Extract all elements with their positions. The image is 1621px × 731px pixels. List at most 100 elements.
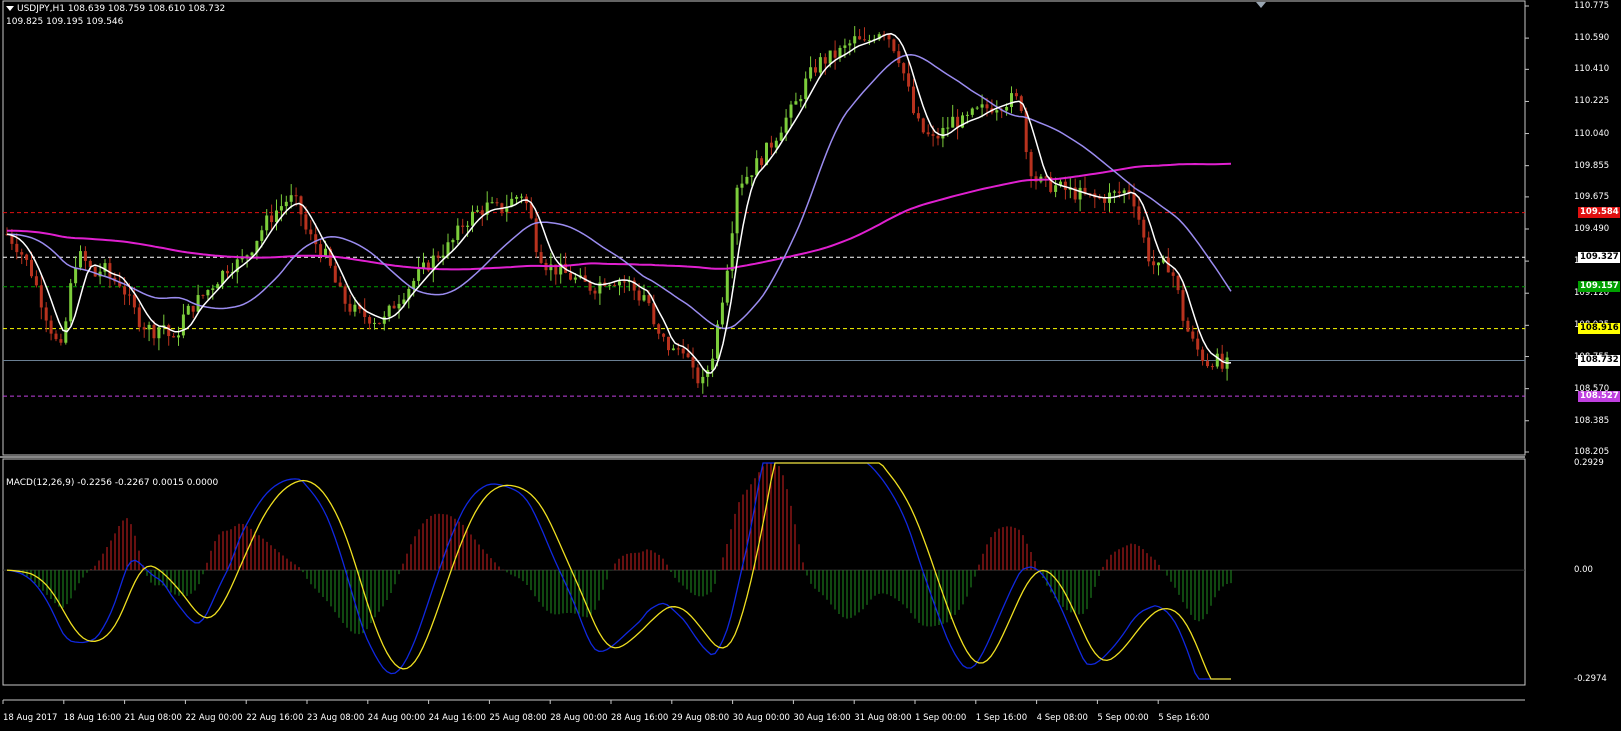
time-tick-label: 21 Aug 08:00 — [124, 713, 182, 723]
candle-body — [348, 303, 352, 312]
candle-body — [1112, 191, 1116, 193]
price-tick-label: 108.205 — [1574, 447, 1610, 457]
candle-body — [1029, 152, 1033, 177]
candle-body — [985, 104, 989, 109]
candle-body — [1191, 331, 1195, 339]
candle-body — [686, 353, 690, 358]
chart-shift-marker-icon[interactable] — [1256, 2, 1266, 8]
candle-body — [1132, 192, 1136, 207]
candle-body — [907, 73, 911, 87]
candle-body — [951, 116, 955, 128]
candle-body — [451, 239, 455, 243]
candle-body — [647, 295, 651, 304]
candle-body — [177, 335, 180, 338]
candle-body — [333, 265, 337, 283]
price-level-label: 108.916 — [1578, 323, 1620, 335]
candle-body — [1142, 219, 1146, 238]
candle-body — [74, 267, 78, 284]
time-tick-label: 22 Aug 00:00 — [185, 713, 243, 723]
time-tick-label: 18 Aug 16:00 — [63, 713, 122, 723]
candle-body — [892, 39, 896, 52]
candle-body — [343, 286, 347, 304]
candle-body — [353, 304, 357, 312]
candle-body — [83, 251, 87, 261]
candle-body — [270, 215, 274, 223]
candle-body — [858, 36, 862, 40]
candle-body — [1206, 361, 1209, 367]
candle-body — [613, 284, 617, 286]
candle-body — [172, 336, 176, 338]
candle-body — [1176, 275, 1180, 291]
macd-pane-frame — [2, 458, 1526, 686]
candle-body — [740, 183, 744, 188]
candle-body — [137, 307, 141, 328]
price-level-label: 108.732 — [1578, 355, 1620, 367]
candle-body — [480, 210, 484, 215]
candle-body — [294, 195, 298, 197]
candle-body — [1215, 353, 1219, 367]
candle-body — [995, 110, 999, 113]
candle-body — [466, 225, 470, 227]
candle-body — [54, 333, 58, 340]
chart-canvas[interactable] — [0, 0, 1621, 731]
candle-body — [828, 50, 832, 64]
price-tick-label: 109.675 — [1574, 191, 1610, 202]
candle-body — [30, 259, 33, 277]
candle-body — [863, 39, 866, 41]
candle-body — [1157, 262, 1160, 266]
candle-body — [980, 104, 984, 108]
candle-body — [142, 327, 146, 330]
time-tick-label: 24 Aug 16:00 — [428, 713, 486, 723]
time-tick-label: 5 Sep 16:00 — [1158, 713, 1210, 723]
candle-body — [338, 282, 342, 287]
candle-body — [279, 206, 283, 211]
candle-body — [471, 211, 474, 226]
candle-body — [735, 187, 739, 234]
candle-body — [662, 333, 666, 337]
candle-body — [843, 45, 847, 48]
candle-body — [569, 272, 572, 280]
candle-body — [289, 195, 293, 202]
candle-body — [779, 132, 783, 141]
candle-body — [657, 324, 661, 334]
time-tick-label: 5 Sep 00:00 — [1097, 713, 1149, 723]
candle-body — [382, 316, 386, 324]
candle-body — [1078, 187, 1082, 200]
candle-body — [309, 229, 313, 235]
candle-body — [745, 176, 749, 184]
candle-body — [853, 36, 857, 44]
candle-body — [284, 201, 288, 207]
candle-body — [965, 114, 969, 116]
price-tick-label: 108.385 — [1574, 415, 1610, 426]
candle-body — [887, 34, 891, 40]
candle-body — [34, 276, 38, 286]
candle-body — [730, 233, 734, 271]
candle-body — [652, 303, 656, 325]
time-tick-label: 1 Sep 00:00 — [915, 713, 967, 723]
candle-body — [769, 142, 773, 148]
price-level-label: 109.327 — [1578, 251, 1620, 263]
candle-body — [720, 302, 724, 325]
candle-body — [368, 316, 372, 324]
candle-body — [1137, 206, 1141, 220]
dropdown-triangle-icon[interactable] — [6, 6, 14, 11]
candle-body — [667, 336, 670, 351]
candle-body — [157, 327, 161, 339]
candle-body — [441, 255, 445, 258]
time-tick-label: 31 Aug 08:00 — [854, 713, 912, 723]
candle-body — [1210, 366, 1214, 368]
candle-body — [701, 376, 705, 384]
candle-body — [1014, 93, 1018, 97]
candle-body — [152, 324, 156, 339]
candle-body — [799, 98, 803, 102]
candle-body — [417, 269, 421, 281]
candle-body — [79, 251, 82, 268]
candle-body — [1147, 237, 1151, 262]
candle-body — [916, 113, 920, 119]
candle-body — [681, 348, 685, 354]
candle-body — [377, 322, 381, 324]
candle-body — [833, 50, 837, 58]
time-tick-label: 4 Sep 08:00 — [1036, 713, 1088, 723]
price-tick-label: 110.040 — [1574, 128, 1610, 139]
price-pane-frame — [2, 0, 1526, 456]
